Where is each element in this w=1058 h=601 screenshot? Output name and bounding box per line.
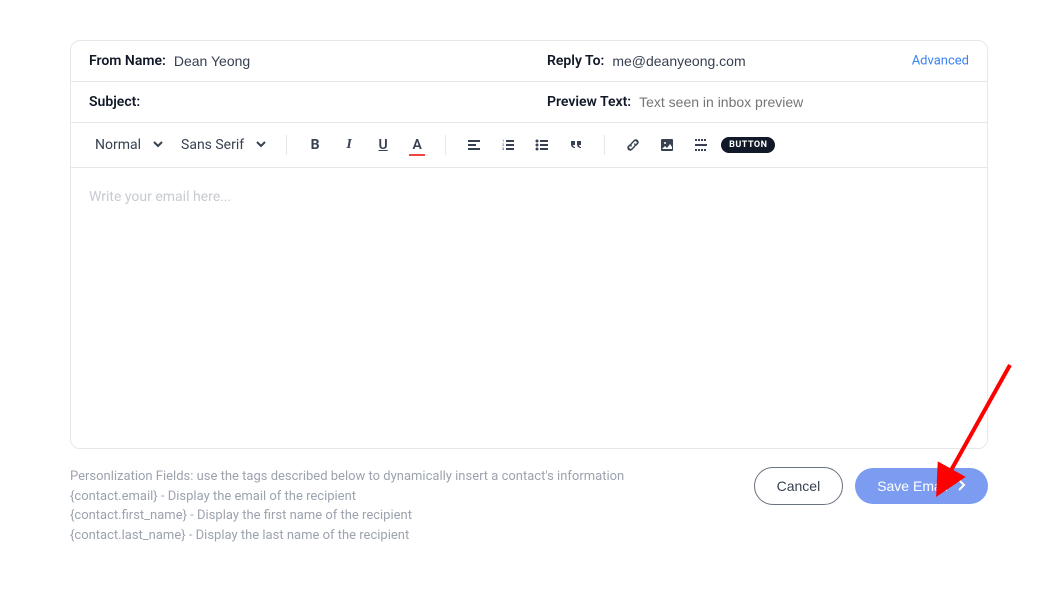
personalization-field-last: {contact.last_name} - Display the last n… xyxy=(70,526,624,546)
advanced-link[interactable]: Advanced xyxy=(912,54,969,69)
chevron-down-icon xyxy=(153,138,163,152)
footer-area: Personlization Fields: use the tags desc… xyxy=(70,467,988,545)
personalization-field-first: {contact.first_name} - Display the first… xyxy=(70,506,624,526)
email-editor-card: From Name: Reply To: Advanced Subject: P… xyxy=(70,40,988,449)
format-select-label: Normal xyxy=(95,137,141,153)
font-select-label: Sans Serif xyxy=(181,137,244,153)
header-row-2: Subject: Preview Text: xyxy=(71,82,987,123)
svg-text:3: 3 xyxy=(502,146,504,151)
personalization-title: Personlization Fields: use the tags desc… xyxy=(70,467,624,487)
font-select[interactable]: Sans Serif xyxy=(175,133,272,157)
reply-to-label: Reply To: xyxy=(547,53,604,69)
bold-button[interactable]: B xyxy=(301,131,329,159)
save-button-label: Save Email xyxy=(877,478,948,494)
preview-cell: Preview Text: xyxy=(529,82,987,122)
underline-button[interactable]: U xyxy=(369,131,397,159)
subject-label: Subject: xyxy=(89,94,140,110)
cancel-button[interactable]: Cancel xyxy=(754,467,844,505)
subject-input[interactable] xyxy=(148,94,511,110)
from-name-label: From Name: xyxy=(89,53,166,69)
reply-to-cell: Reply To: Advanced xyxy=(529,41,987,81)
action-buttons: Cancel Save Email xyxy=(754,467,988,505)
italic-button[interactable]: I xyxy=(335,131,363,159)
personalization-field-email: {contact.email} - Display the email of t… xyxy=(70,487,624,507)
quote-button[interactable] xyxy=(562,131,590,159)
editor-placeholder: Write your email here... xyxy=(89,189,231,205)
ordered-list-button[interactable]: 123 xyxy=(494,131,522,159)
save-email-button[interactable]: Save Email xyxy=(855,468,988,504)
align-button[interactable] xyxy=(460,131,488,159)
format-select[interactable]: Normal xyxy=(89,133,169,157)
bullet-list-button[interactable] xyxy=(528,131,556,159)
chevron-right-icon xyxy=(958,478,966,494)
font-color-button[interactable]: A xyxy=(403,131,431,159)
preview-text-input[interactable] xyxy=(639,94,969,110)
from-name-cell: From Name: xyxy=(71,41,529,81)
insert-button-pill[interactable]: BUTTON xyxy=(721,137,775,153)
link-button[interactable] xyxy=(619,131,647,159)
editor-toolbar: Normal Sans Serif B I U A 123 xyxy=(71,123,987,168)
color-indicator xyxy=(409,154,425,156)
toolbar-separator xyxy=(286,135,287,155)
toolbar-separator xyxy=(445,135,446,155)
image-button[interactable] xyxy=(653,131,681,159)
divider-button[interactable] xyxy=(687,131,715,159)
email-body-editor[interactable]: Write your email here... xyxy=(71,168,987,448)
header-row-1: From Name: Reply To: Advanced xyxy=(71,41,987,82)
toolbar-separator xyxy=(604,135,605,155)
subject-cell: Subject: xyxy=(71,82,529,122)
preview-text-label: Preview Text: xyxy=(547,94,631,110)
personalization-help: Personlization Fields: use the tags desc… xyxy=(70,467,624,545)
from-name-input[interactable] xyxy=(174,53,511,69)
chevron-down-icon xyxy=(256,138,266,152)
